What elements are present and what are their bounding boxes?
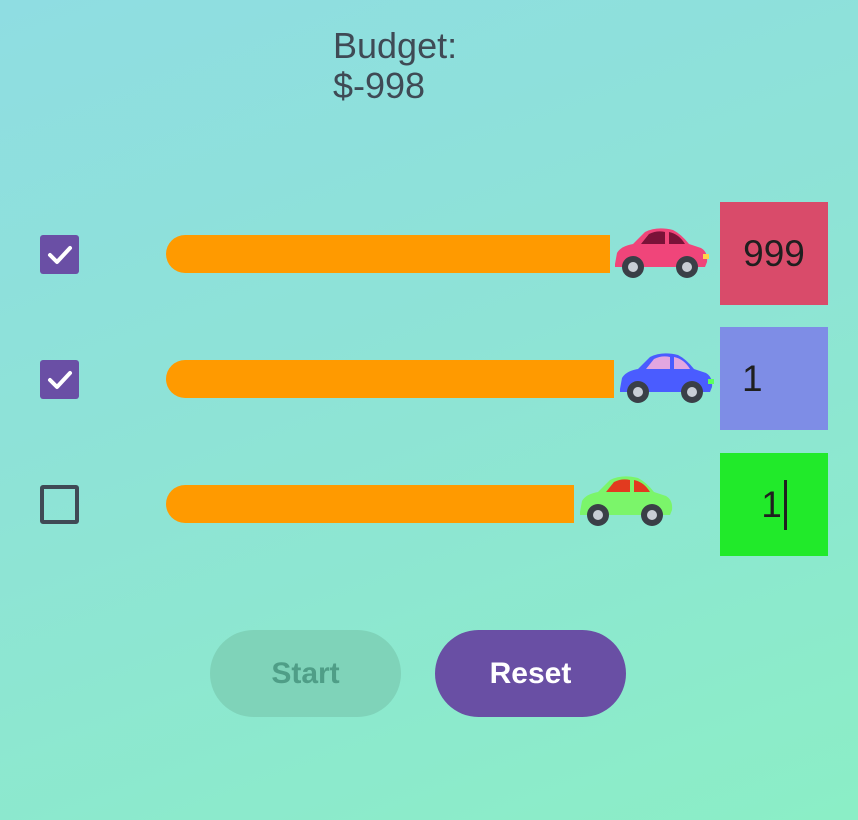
budget-display: Budget: $-998 (333, 26, 457, 106)
row-3-amount-input[interactable]: 1 (720, 453, 828, 556)
row-3-progress-bar (166, 485, 574, 523)
row-1-amount-input[interactable]: 999 (720, 202, 828, 305)
start-button[interactable]: Start (210, 630, 401, 717)
checkmark-icon (48, 246, 72, 264)
row-2-amount-input[interactable]: 1 (720, 327, 828, 430)
row-3-car-icon (580, 476, 673, 526)
row-2-checkbox[interactable] (40, 360, 79, 399)
row-2-car-icon (620, 353, 714, 403)
checkmark-icon (48, 371, 72, 389)
row-1-checkbox[interactable] (40, 235, 79, 274)
row-1-car-icon (615, 228, 709, 278)
row-3-checkbox[interactable] (40, 485, 79, 524)
text-caret (783, 479, 787, 530)
reset-button[interactable]: Reset (435, 630, 626, 717)
row-1-progress-bar (166, 235, 610, 273)
row-1-amount-value: 999 (743, 232, 805, 274)
row-3-amount-value: 1 (761, 483, 782, 525)
row-2-amount-value: 1 (742, 357, 763, 399)
budget-value: $-998 (333, 65, 426, 106)
row-2-progress-bar (166, 360, 614, 398)
budget-label: Budget: (333, 25, 458, 66)
